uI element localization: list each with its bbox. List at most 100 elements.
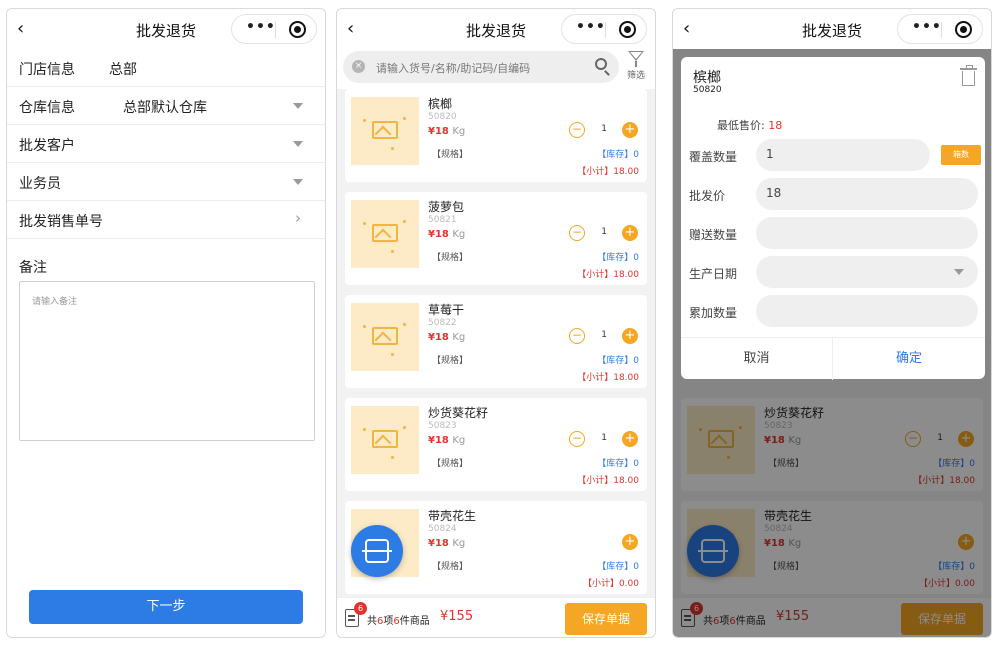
- stock-text: 【库存】0: [597, 253, 639, 263]
- image-placeholder-icon: [351, 97, 419, 165]
- plus-icon[interactable]: +: [622, 534, 638, 550]
- close-target-icon[interactable]: [289, 21, 306, 38]
- cover-qty-input[interactable]: 1: [756, 139, 930, 171]
- image-placeholder-icon: [351, 200, 419, 268]
- product-code: 50821: [428, 215, 457, 225]
- total-amount: ¥155: [440, 609, 474, 624]
- product-name: 带壳花生: [428, 509, 477, 523]
- gift-qty-input[interactable]: [756, 217, 978, 249]
- cover-qty-label: 覆盖数量: [689, 150, 738, 164]
- plus-icon[interactable]: +: [622, 225, 638, 241]
- confirm-button[interactable]: 确定: [833, 338, 985, 380]
- store-label: 门店信息: [19, 62, 75, 78]
- bottom-bar: 6 共6项6件商品 ¥155 保存单据: [337, 597, 655, 637]
- close-target-icon[interactable]: [955, 21, 972, 38]
- accum-qty-row: 累加数量: [681, 295, 985, 329]
- product-list-screen: ‹ 批发退货 ••• × 请输入货号/名称/助记码/自编码 筛选 槟榔 5082…: [336, 8, 656, 638]
- order-label: 批发销售单号: [19, 214, 103, 230]
- wholesale-price-value: 18: [766, 186, 782, 200]
- accum-qty-input[interactable]: [756, 295, 978, 327]
- subtotal-text: 【小计】18.00: [577, 373, 639, 383]
- more-icon[interactable]: •••: [912, 19, 942, 35]
- dropdown-caret-icon[interactable]: [293, 103, 303, 109]
- customer-label: 批发客户: [19, 138, 75, 154]
- product-name: 槟榔: [428, 97, 453, 111]
- clear-icon[interactable]: ×: [352, 60, 365, 73]
- cancel-button[interactable]: 取消: [681, 338, 833, 380]
- salesman-row[interactable]: 业务员: [7, 163, 325, 201]
- product-card[interactable]: 草莓干 50822 ¥18 Kg 【规格】 − 1 + 【库存】0 【小计】18…: [345, 295, 647, 388]
- dropdown-caret-icon[interactable]: [293, 141, 303, 147]
- search-input[interactable]: × 请输入货号/名称/助记码/自编码: [343, 51, 619, 83]
- save-button[interactable]: 保存单据: [565, 603, 647, 635]
- dropdown-caret-icon[interactable]: [293, 179, 303, 185]
- quantity-value: 1: [601, 433, 607, 443]
- plus-icon[interactable]: +: [622, 431, 638, 447]
- plus-icon[interactable]: +: [622, 328, 638, 344]
- min-price-text: 最低售价: 18: [717, 119, 783, 132]
- remark-label: 备注: [19, 260, 47, 276]
- trash-icon[interactable]: [960, 65, 977, 86]
- minus-icon[interactable]: −: [569, 328, 585, 344]
- store-value: 总部: [109, 62, 137, 78]
- search-icon[interactable]: [595, 58, 607, 70]
- modal-backdrop[interactable]: 槟榔 50820 最低售价: 18 覆盖数量 1 箱数 批发价 18 赠送数量: [673, 49, 991, 637]
- scan-button[interactable]: [351, 525, 403, 577]
- accum-qty-label: 累加数量: [689, 306, 738, 320]
- chevron-right-icon[interactable]: ›: [295, 209, 301, 227]
- gift-qty-label: 赠送数量: [689, 228, 738, 242]
- form-screen: ‹ 批发退货 ••• 门店信息 总部 仓库信息 总部默认仓库 批发客户 业务员 …: [6, 8, 326, 638]
- dropdown-caret-icon: [954, 269, 964, 275]
- modal-footer: 取消 确定: [681, 337, 985, 380]
- next-step-button[interactable]: 下一步: [29, 590, 303, 624]
- minus-icon[interactable]: −: [569, 431, 585, 447]
- product-spec: 【规格】: [432, 150, 469, 160]
- product-spec: 【规格】: [432, 253, 469, 263]
- stock-text: 【库存】0: [597, 562, 639, 572]
- modal-product-name: 槟榔: [693, 70, 721, 86]
- box-count-button[interactable]: 箱数: [941, 145, 981, 165]
- filter-icon-stem: [635, 61, 637, 67]
- count-badge: 6: [354, 602, 367, 615]
- product-name: 菠萝包: [428, 200, 465, 214]
- product-price: ¥18 Kg: [428, 332, 466, 343]
- filter-button[interactable]: 筛选: [625, 51, 647, 81]
- product-spec: 【规格】: [432, 356, 469, 366]
- product-name: 草莓干: [428, 303, 465, 317]
- edit-item-modal: 槟榔 50820 最低售价: 18 覆盖数量 1 箱数 批发价 18 赠送数量: [681, 57, 985, 380]
- subtotal-text: 【小计】18.00: [577, 476, 639, 486]
- product-card[interactable]: 槟榔 50820 ¥18 Kg 【规格】 − 1 + 【库存】0 【小计】18.…: [345, 89, 647, 182]
- capsule-divider: [941, 22, 942, 38]
- product-code: 50824: [428, 524, 457, 534]
- product-card[interactable]: 菠萝包 50821 ¥18 Kg 【规格】 − 1 + 【库存】0 【小计】18…: [345, 192, 647, 285]
- remark-placeholder: 请输入备注: [32, 297, 78, 307]
- prod-date-select[interactable]: [756, 256, 978, 288]
- filter-label: 筛选: [626, 71, 645, 81]
- customer-row[interactable]: 批发客户: [7, 125, 325, 163]
- quantity-value: 1: [601, 330, 607, 340]
- more-icon[interactable]: •••: [246, 19, 276, 35]
- wholesale-price-label: 批发价: [689, 189, 726, 203]
- product-price: ¥18 Kg: [428, 435, 466, 446]
- product-price: ¥18 Kg: [428, 126, 466, 137]
- close-target-icon[interactable]: [619, 21, 636, 38]
- wholesale-price-row: 批发价 18: [681, 178, 985, 212]
- warehouse-value: 总部默认仓库: [123, 100, 207, 116]
- minus-icon[interactable]: −: [569, 122, 585, 138]
- capsule-divider: [605, 22, 606, 38]
- edit-item-screen: ‹ 批发退货 ••• 炒货葵花籽 50823 ¥18 Kg 【规格】 − 1 +…: [672, 8, 992, 638]
- warehouse-row[interactable]: 仓库信息 总部默认仓库: [7, 87, 325, 125]
- cover-qty-value: 1: [766, 147, 774, 161]
- stock-text: 【库存】0: [597, 150, 639, 160]
- minus-icon[interactable]: −: [569, 225, 585, 241]
- image-placeholder-icon: [351, 303, 419, 371]
- mini-program-capsule: •••: [231, 14, 317, 44]
- more-icon[interactable]: •••: [576, 19, 606, 35]
- remark-input[interactable]: 请输入备注: [19, 281, 315, 441]
- product-card[interactable]: 炒货葵花籽 50823 ¥18 Kg 【规格】 − 1 + 【库存】0 【小计】…: [345, 398, 647, 491]
- gift-qty-row: 赠送数量: [681, 217, 985, 251]
- quantity-value: 1: [601, 124, 607, 134]
- order-row[interactable]: 批发销售单号 ›: [7, 201, 325, 239]
- plus-icon[interactable]: +: [622, 122, 638, 138]
- wholesale-price-input[interactable]: 18: [756, 178, 978, 210]
